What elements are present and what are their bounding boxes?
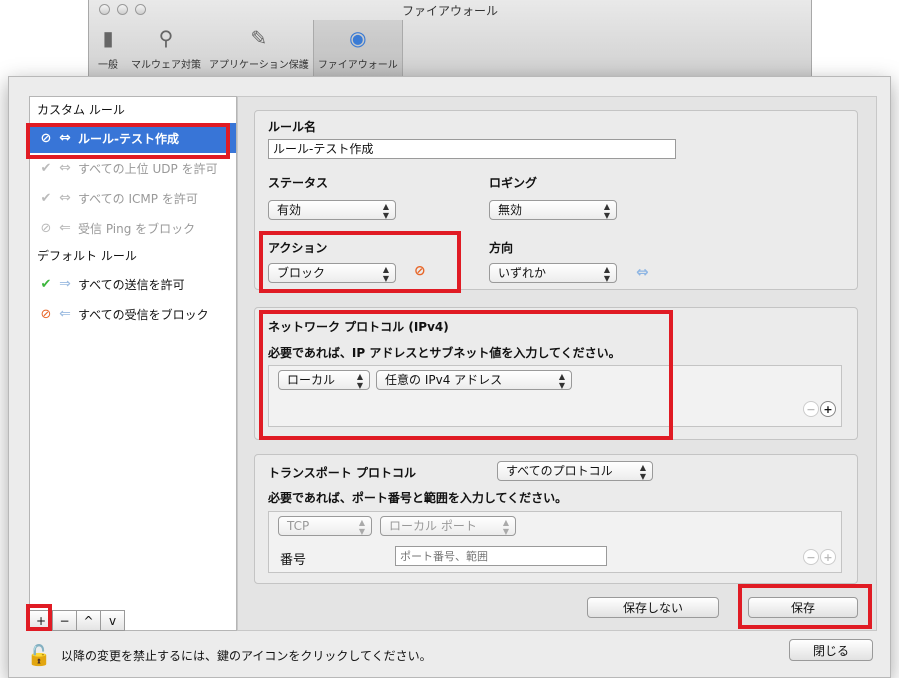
bidirectional-arrow-icon: ⇔: [59, 190, 71, 206]
port-scope-popup[interactable]: ローカル ポート ▲ ▼: [380, 516, 516, 536]
remove-address-button[interactable]: −: [803, 401, 819, 417]
block-icon: ⊘: [40, 130, 52, 146]
rule-item-ping[interactable]: ⊘ ⇐ 受信 Ping をブロック: [30, 213, 236, 243]
save-button[interactable]: 保存: [748, 597, 858, 618]
switch-icon: ▮: [102, 26, 114, 50]
toolbar-item-firewall[interactable]: ◉ ファイアウォール: [312, 20, 403, 76]
add-address-button[interactable]: +: [820, 401, 836, 417]
remove-rule-button[interactable]: −: [53, 610, 77, 631]
popup-arrows-icon: ▲ ▼: [358, 518, 365, 536]
toolbar-item-app-protection[interactable]: ✎ アプリケーション保護: [205, 20, 313, 76]
action-label: アクション: [268, 241, 328, 255]
toolbar-item-malware[interactable]: ⚲ マルウェア対策: [127, 20, 205, 76]
logging-popup[interactable]: 無効 ▲ ▼: [489, 200, 617, 220]
network-protocol-title: ネットワーク プロトコル (IPv4): [268, 320, 449, 334]
close-button[interactable]: 閉じる: [789, 639, 873, 661]
transport-protocol-title: トランスポート プロトコル: [268, 466, 416, 480]
app-pencil-icon: ✎: [250, 26, 268, 50]
bidirectional-arrow-icon: ⇔: [636, 263, 649, 281]
status-popup[interactable]: 有効 ▲ ▼: [268, 200, 396, 220]
popup-arrows-icon: ▲ ▼: [356, 372, 363, 390]
rule-item-test[interactable]: ⊘ ⇔ ルール-テスト作成: [30, 123, 236, 153]
custom-rules-header: カスタム ルール: [37, 103, 125, 117]
outgoing-arrow-icon: ⇒: [59, 276, 71, 292]
check-icon: ✔: [40, 160, 52, 176]
action-popup[interactable]: ブロック ▲ ▼: [268, 263, 396, 283]
block-icon: ⊘: [40, 306, 52, 322]
move-up-button[interactable]: ^: [77, 610, 101, 631]
rule-item-allow-outgoing[interactable]: ✔ ⇒ すべての送信を許可: [30, 269, 236, 299]
port-protocol-popup[interactable]: TCP ▲ ▼: [278, 516, 372, 536]
logging-label: ロギング: [489, 176, 538, 190]
background-window: ファイアウォール ▮ 一般 ⚲ マルウェア対策 ✎ アプリケーション保護 ◉ フ…: [88, 0, 812, 82]
popup-arrows-icon: ▲ ▼: [603, 265, 610, 283]
rule-detail-panel: ルール名 ルール-テスト作成 ステータス 有効 ▲ ▼ ロギング 無効 ▲ ▼ アクショ…: [237, 96, 877, 631]
remove-port-button[interactable]: −: [803, 549, 819, 565]
toolbar: ▮ 一般 ⚲ マルウェア対策 ✎ アプリケーション保護 ◉ ファイアウォール: [89, 20, 403, 80]
incoming-arrow-icon: ⇐: [59, 306, 71, 322]
direction-popup[interactable]: いずれか ▲ ▼: [489, 263, 617, 283]
popup-arrows-icon: ▲ ▼: [382, 265, 389, 283]
dont-save-button[interactable]: 保存しない: [587, 597, 719, 618]
rule-item-icmp[interactable]: ✔ ⇔ すべての ICMP を許可: [30, 183, 236, 213]
transport-protocol-popup[interactable]: すべてのプロトコル ▲ ▼: [497, 461, 653, 481]
direction-label: 方向: [489, 241, 514, 255]
bidirectional-arrow-icon: ⇔: [59, 160, 71, 176]
rules-list: カスタム ルール ⊘ ⇔ ルール-テスト作成 ✔ ⇔ すべての上位 UDP を許…: [29, 96, 237, 631]
popup-arrows-icon: ▲ ▼: [639, 463, 646, 481]
lock-instruction-text: 以降の変更を禁止するには、鍵のアイコンをクリックしてください。: [61, 648, 432, 663]
popup-arrows-icon: ▲ ▼: [558, 372, 565, 390]
default-rules-header: デフォルト ルール: [37, 249, 137, 263]
move-down-button[interactable]: v: [101, 610, 125, 631]
rule-item-udp[interactable]: ✔ ⇔ すべての上位 UDP を許可: [30, 153, 236, 183]
transport-instruction: 必要であれば、ポート番号と範囲を入力してください。: [268, 491, 568, 505]
network-address-popup[interactable]: 任意の IPv4 アドレス ▲ ▼: [376, 370, 572, 390]
port-number-label: 番号: [280, 553, 307, 568]
block-icon: ⊘: [40, 220, 52, 236]
popup-arrows-icon: ▲ ▼: [382, 202, 389, 220]
port-number-input[interactable]: [395, 546, 607, 566]
toolbar-item-general[interactable]: ▮ 一般: [89, 20, 127, 76]
rule-editor-sheet: カスタム ルール ⊘ ⇔ ルール-テスト作成 ✔ ⇔ すべての上位 UDP を許…: [8, 76, 891, 678]
popup-arrows-icon: ▲ ▼: [603, 202, 610, 220]
network-scope-popup[interactable]: ローカル ▲ ▼: [278, 370, 370, 390]
status-label: ステータス: [268, 176, 329, 190]
sidebar-button-bar: + − ^ v: [29, 610, 125, 631]
rule-name-field[interactable]: ルール-テスト作成: [268, 139, 676, 159]
lock-area: 🔓 以降の変更を禁止するには、鍵のアイコンをクリックしてください。: [27, 641, 432, 669]
magnifier-icon: ⚲: [158, 26, 174, 50]
lock-icon[interactable]: 🔓: [27, 641, 52, 669]
rule-name-label: ルール名: [268, 120, 317, 134]
check-icon: ✔: [40, 190, 52, 206]
add-rule-button[interactable]: +: [29, 610, 53, 631]
rule-item-block-incoming[interactable]: ⊘ ⇐ すべての受信をブロック: [30, 299, 236, 329]
network-instruction: 必要であれば、IP アドレスとサブネット値を入力してください。: [268, 346, 621, 360]
popup-arrows-icon: ▲ ▼: [502, 518, 509, 536]
block-icon: ⊘: [414, 263, 426, 279]
check-icon: ✔: [40, 276, 52, 292]
window-title: ファイアウォール: [401, 4, 498, 18]
incoming-arrow-icon: ⇐: [59, 220, 71, 236]
firewall-globe-icon: ◉: [349, 26, 367, 50]
add-port-button[interactable]: +: [820, 549, 836, 565]
bidirectional-arrow-icon: ⇔: [59, 130, 71, 146]
